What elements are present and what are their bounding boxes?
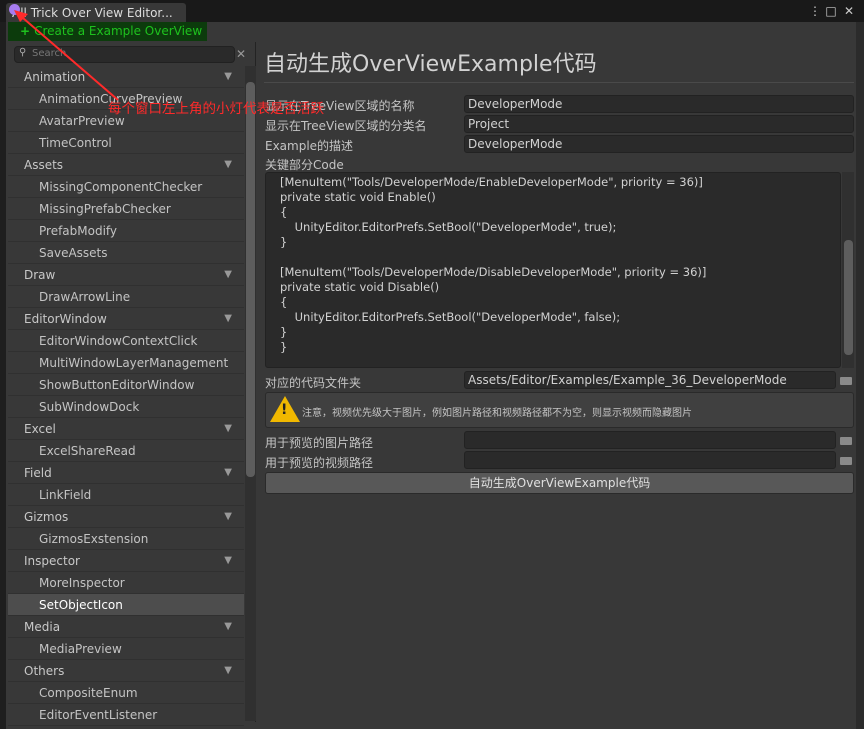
item-label: Excel [24,422,56,436]
item-label: DrawArrowLine [39,290,131,304]
category-header[interactable]: EditorWindow ▼ [8,308,244,330]
list-item[interactable]: TimeControl [8,132,244,154]
collapse-triangle-icon[interactable]: ▼ [224,506,232,528]
page-title: 自动生成OverViewExample代码 [264,52,597,77]
list-item[interactable]: LinkField [8,484,244,506]
close-icon[interactable]: ✕ [842,4,856,18]
description-field[interactable]: DeveloperMode [464,135,854,153]
clear-search-icon[interactable]: ✕ [236,47,246,61]
image-path-label: 用于预览的图片路径 [265,436,374,450]
collapse-triangle-icon[interactable]: ▼ [224,66,232,88]
item-label: CompositeEnum [39,686,138,700]
item-label: ShowButtonEditorWindow [39,378,195,392]
background-strip [856,22,864,729]
item-label: PrefabModify [39,224,118,238]
item-label: TimeControl [39,136,112,150]
item-label: MultiWindowLayerManagement [39,356,229,370]
item-label: SubWindowDock [39,400,140,414]
menu-icon[interactable]: ⋮ [808,4,822,18]
video-path-label: 用于预览的视频路径 [265,456,374,470]
category-header[interactable]: Excel ▼ [8,418,244,440]
item-label: Draw [24,268,56,282]
category-header[interactable]: Others ▼ [8,660,244,682]
list-item[interactable]: CompositeEnum [8,682,244,704]
folder-field[interactable]: Assets/Editor/Examples/Example_36_Develo… [464,371,836,389]
generate-code-button[interactable]: 自动生成OverViewExample代码 [265,472,854,494]
video-folder-icon[interactable] [838,454,854,466]
list-item[interactable]: EditorWindowContextClick [8,330,244,352]
description-label: Example的描述 [265,139,354,153]
code-scrollbar-thumb[interactable] [844,240,853,355]
collapse-triangle-icon[interactable]: ▼ [224,264,232,286]
list-item[interactable]: SaveAssets [8,242,244,264]
category-field[interactable]: Project [464,115,854,133]
example-tree-list: Animation ▼ AnimationCurvePreview AvatarPre… [8,66,244,726]
collapse-triangle-icon[interactable]: ▼ [224,550,232,572]
list-item[interactable]: MissingPrefabChecker [8,198,244,220]
item-label: Inspector [24,554,80,568]
folder-label: 对应的代码文件夹 [265,376,362,390]
name-field[interactable]: DeveloperMode [464,95,854,113]
item-label: MediaPreview [39,642,122,656]
annotation-text: 每个窗口左上角的小灯代表是否活跃 [108,101,324,117]
list-item[interactable]: SubWindowDock [8,396,244,418]
item-label: Assets [24,158,64,172]
item-label: EditorEventListener [39,708,158,722]
collapse-triangle-icon[interactable]: ▼ [224,660,232,682]
item-label: Media [24,620,61,634]
maximize-icon[interactable]: □ [824,4,838,18]
video-path-field[interactable] [464,451,836,469]
collapse-triangle-icon[interactable]: ▼ [224,616,232,638]
category-header[interactable]: Gizmos ▼ [8,506,244,528]
item-label: Others [24,664,65,678]
list-item[interactable]: MoreInspector [8,572,244,594]
item-label: Gizmos [24,510,69,524]
item-label: LinkField [39,488,92,502]
code-textarea[interactable]: [MenuItem("Tools/DeveloperMode/EnableDev… [265,172,841,368]
list-item[interactable]: ShowButtonEditorWindow [8,374,244,396]
item-label: SetObjectIcon [39,598,123,612]
category-header[interactable]: Assets ▼ [8,154,244,176]
item-label: Field [24,466,52,480]
item-label: GizmosExstension [39,532,149,546]
collapse-triangle-icon[interactable]: ▼ [224,418,232,440]
list-item[interactable]: DrawArrowLine [8,286,244,308]
item-label: MissingComponentChecker [39,180,203,194]
item-label: ExcelShareRead [39,444,136,458]
category-header[interactable]: Field ▼ [8,462,244,484]
category-label: 显示在TreeView区域的分类名 [265,119,427,133]
warning-text: 注意，视频优先级大于图片，例如图片路径和视频路径都不为空，则显示视频而隐藏图片 [302,408,692,419]
category-header[interactable]: Draw ▼ [8,264,244,286]
warning-icon-mark: ! [281,402,288,418]
list-item[interactable]: EditorEventListener [8,704,244,726]
code-label: 关键部分Code [265,158,344,172]
category-header[interactable]: Media ▼ [8,616,244,638]
image-path-field[interactable] [464,431,836,449]
item-label: SaveAssets [39,246,108,260]
annotation-arrow [14,10,119,101]
list-item[interactable]: SetObjectIcon [8,594,244,616]
folder-icon[interactable] [838,374,854,386]
item-label: EditorWindow [24,312,107,326]
list-item[interactable]: MediaPreview [8,638,244,660]
collapse-triangle-icon[interactable]: ▼ [224,308,232,330]
collapse-triangle-icon[interactable]: ▼ [224,154,232,176]
divider [264,82,854,83]
list-item[interactable]: GizmosExstension [8,528,244,550]
item-label: EditorWindowContextClick [39,334,198,348]
list-scrollbar-thumb[interactable] [246,82,255,477]
list-item[interactable]: ExcelShareRead [8,440,244,462]
list-item[interactable]: MissingComponentChecker [8,176,244,198]
collapse-triangle-icon[interactable]: ▼ [224,462,232,484]
item-label: MoreInspector [39,576,125,590]
list-item[interactable]: MultiWindowLayerManagement [8,352,244,374]
category-header[interactable]: Inspector ▼ [8,550,244,572]
list-item[interactable]: PrefabModify [8,220,244,242]
item-label: MissingPrefabChecker [39,202,171,216]
image-folder-icon[interactable] [838,434,854,446]
